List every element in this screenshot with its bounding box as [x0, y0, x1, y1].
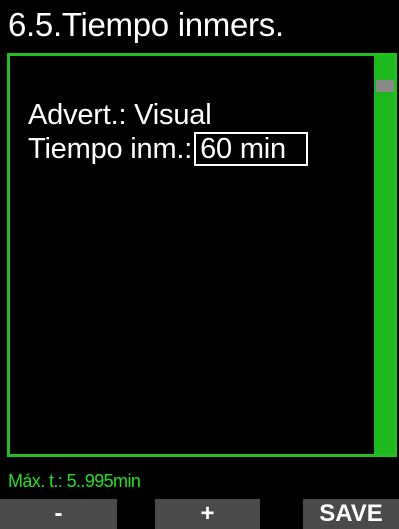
status-bar: Máx. t.: 5..995min [0, 460, 399, 496]
dive-time-label: Tiempo inm.: [28, 133, 193, 165]
dive-time-value-field[interactable]: 60 min [194, 132, 308, 166]
scrollbar-divider [370, 56, 374, 454]
settings-panel: Advert.: Visual Tiempo inm.: 60 min [7, 53, 397, 457]
title-bar: 6.5.Tiempo inmers. [0, 0, 399, 50]
warning-setting: Advert.: Visual [28, 99, 212, 131]
softkey-bar: - + SAVE [0, 499, 399, 529]
save-button[interactable]: SAVE [303, 499, 399, 529]
vertical-scrollbar[interactable] [370, 56, 394, 454]
decrease-button[interactable]: - [0, 499, 117, 529]
page-title: 6.5.Tiempo inmers. [8, 6, 284, 43]
scrollbar-thumb[interactable] [376, 80, 394, 92]
range-hint: Máx. t.: 5..995min [8, 471, 141, 491]
dive-time-setting: Tiempo inm.: 60 min [28, 132, 308, 166]
increase-button[interactable]: + [155, 499, 260, 529]
